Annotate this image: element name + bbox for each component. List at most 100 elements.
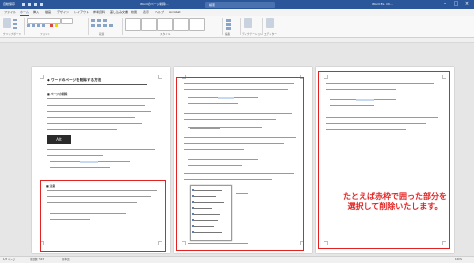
- autosave-toggle-icon[interactable]: [22, 3, 25, 6]
- text-line: [184, 89, 288, 91]
- align-left-icon[interactable]: [91, 24, 95, 27]
- tab-file[interactable]: ファイル: [4, 9, 16, 16]
- style-title[interactable]: [189, 18, 205, 31]
- search-label: 検索: [209, 2, 216, 7]
- select-icon[interactable]: [226, 27, 231, 30]
- menu-item: [194, 219, 218, 221]
- text-highlight: [190, 126, 220, 129]
- redo-icon[interactable]: [40, 3, 43, 6]
- ribbon-tabs: ファイル ホーム 挿入 描画 デザイン レイアウト 参考資料 差し込み文書 校閲…: [0, 9, 474, 16]
- user-name[interactable]: Word Ex. Ch...: [372, 0, 393, 9]
- page-count[interactable]: 1/3 ページ: [3, 257, 15, 263]
- style-normal[interactable]: [125, 18, 141, 31]
- save-icon[interactable]: [28, 3, 31, 6]
- menu-item: [194, 195, 216, 197]
- menu-item: [194, 201, 224, 203]
- tab-review[interactable]: 校閲: [131, 9, 137, 16]
- text-highlight: [80, 160, 98, 163]
- editor-button[interactable]: [266, 18, 274, 28]
- divider: [222, 18, 223, 35]
- align-center-icon[interactable]: [97, 24, 101, 27]
- page-2[interactable]: [174, 67, 312, 253]
- zoom-level[interactable]: 100%: [455, 257, 462, 263]
- divider: [24, 18, 25, 35]
- text-line: [326, 83, 434, 85]
- text-line: [236, 193, 248, 195]
- title-bar: 自動保存 Wordのページ削除… 検索 Word Ex. Ch... – □ ×: [0, 0, 474, 9]
- tab-mailings[interactable]: 差し込み文書: [110, 9, 128, 16]
- alt-key-image: Alt: [47, 135, 71, 144]
- tab-home[interactable]: ホーム: [20, 9, 29, 16]
- divider: [88, 18, 89, 35]
- autosave-label[interactable]: 自動保存: [3, 0, 15, 9]
- tab-insert[interactable]: 挿入: [33, 9, 39, 16]
- bold-icon[interactable]: [27, 24, 30, 27]
- indent-icon[interactable]: [103, 19, 107, 22]
- margin-mark: [158, 75, 162, 79]
- underline-icon[interactable]: [37, 24, 40, 27]
- dictate-button[interactable]: [244, 18, 252, 28]
- annotation-line-1: たとえば赤枠で囲った部分を: [343, 192, 447, 201]
- page-3[interactable]: [316, 67, 454, 253]
- font-color-icon[interactable]: [50, 24, 53, 27]
- text-line: [50, 167, 110, 169]
- justify-icon[interactable]: [109, 24, 113, 27]
- group-label-clipboard: クリップボード: [3, 32, 22, 36]
- text-line: [47, 111, 151, 113]
- undo-icon[interactable]: [34, 3, 37, 6]
- style-no-spacing[interactable]: [141, 18, 157, 31]
- text-line: [330, 105, 374, 107]
- text-line: [184, 149, 244, 151]
- align-right-icon[interactable]: [103, 24, 107, 27]
- language-indicator[interactable]: 日本語: [62, 257, 70, 263]
- style-heading-1[interactable]: [157, 18, 173, 31]
- context-menu-screenshot: [190, 185, 232, 241]
- text-line: [47, 149, 155, 151]
- group-label-editor: エディター: [264, 32, 277, 36]
- tab-acrobat[interactable]: Acrobat: [169, 9, 181, 16]
- tab-layout[interactable]: レイアウト: [74, 9, 89, 16]
- horizontal-ruler[interactable]: [0, 38, 474, 43]
- text-line: [188, 165, 242, 167]
- tab-references[interactable]: 参考資料: [93, 9, 105, 16]
- group-label-editing: 編集: [225, 32, 231, 36]
- document-title: Wordのページ削除…: [140, 2, 169, 6]
- section-heading: ■ 注意: [46, 184, 56, 188]
- replace-icon[interactable]: [226, 23, 231, 26]
- tab-view[interactable]: 表示: [143, 9, 149, 16]
- style-heading-2[interactable]: [173, 18, 189, 31]
- text-line: [326, 129, 406, 131]
- menu-item: [194, 189, 222, 191]
- page-1[interactable]: ◆ ワードのページを削除する方法 ■ ページの削除 Alt ■ 注意: [32, 67, 170, 253]
- tab-help[interactable]: ヘルプ: [155, 9, 164, 16]
- font-size-dropdown[interactable]: [61, 18, 73, 24]
- maximize-button[interactable]: □: [451, 0, 461, 9]
- word-count[interactable]: 単語数: 523: [30, 257, 44, 263]
- copy-icon[interactable]: [13, 23, 17, 25]
- text-line: [188, 243, 248, 245]
- tab-draw[interactable]: 描画: [45, 9, 51, 16]
- close-button[interactable]: ×: [462, 0, 472, 9]
- find-icon[interactable]: [226, 19, 231, 22]
- text-line: [47, 84, 147, 86]
- divider: [240, 18, 241, 35]
- cut-icon[interactable]: [13, 19, 17, 21]
- minimize-button[interactable]: –: [440, 0, 450, 9]
- paste-button[interactable]: [3, 18, 11, 28]
- text-line: [184, 143, 284, 145]
- strikethrough-icon[interactable]: [42, 24, 45, 27]
- text-line: [184, 119, 276, 121]
- section-heading: ■ ページの削除: [47, 92, 68, 96]
- annotation-line-2: 選択して削除いたします。: [347, 202, 443, 211]
- menu-item: [194, 225, 214, 227]
- highlight-icon[interactable]: [55, 24, 58, 27]
- text-line: [184, 113, 292, 115]
- italic-icon[interactable]: [32, 24, 35, 27]
- tab-design[interactable]: デザイン: [57, 9, 69, 16]
- text-line: [184, 83, 294, 85]
- bullets-icon[interactable]: [91, 19, 95, 22]
- divider: [122, 18, 123, 35]
- search-box[interactable]: 検索: [205, 1, 275, 8]
- numbering-icon[interactable]: [97, 19, 101, 22]
- format-painter-icon[interactable]: [13, 27, 17, 29]
